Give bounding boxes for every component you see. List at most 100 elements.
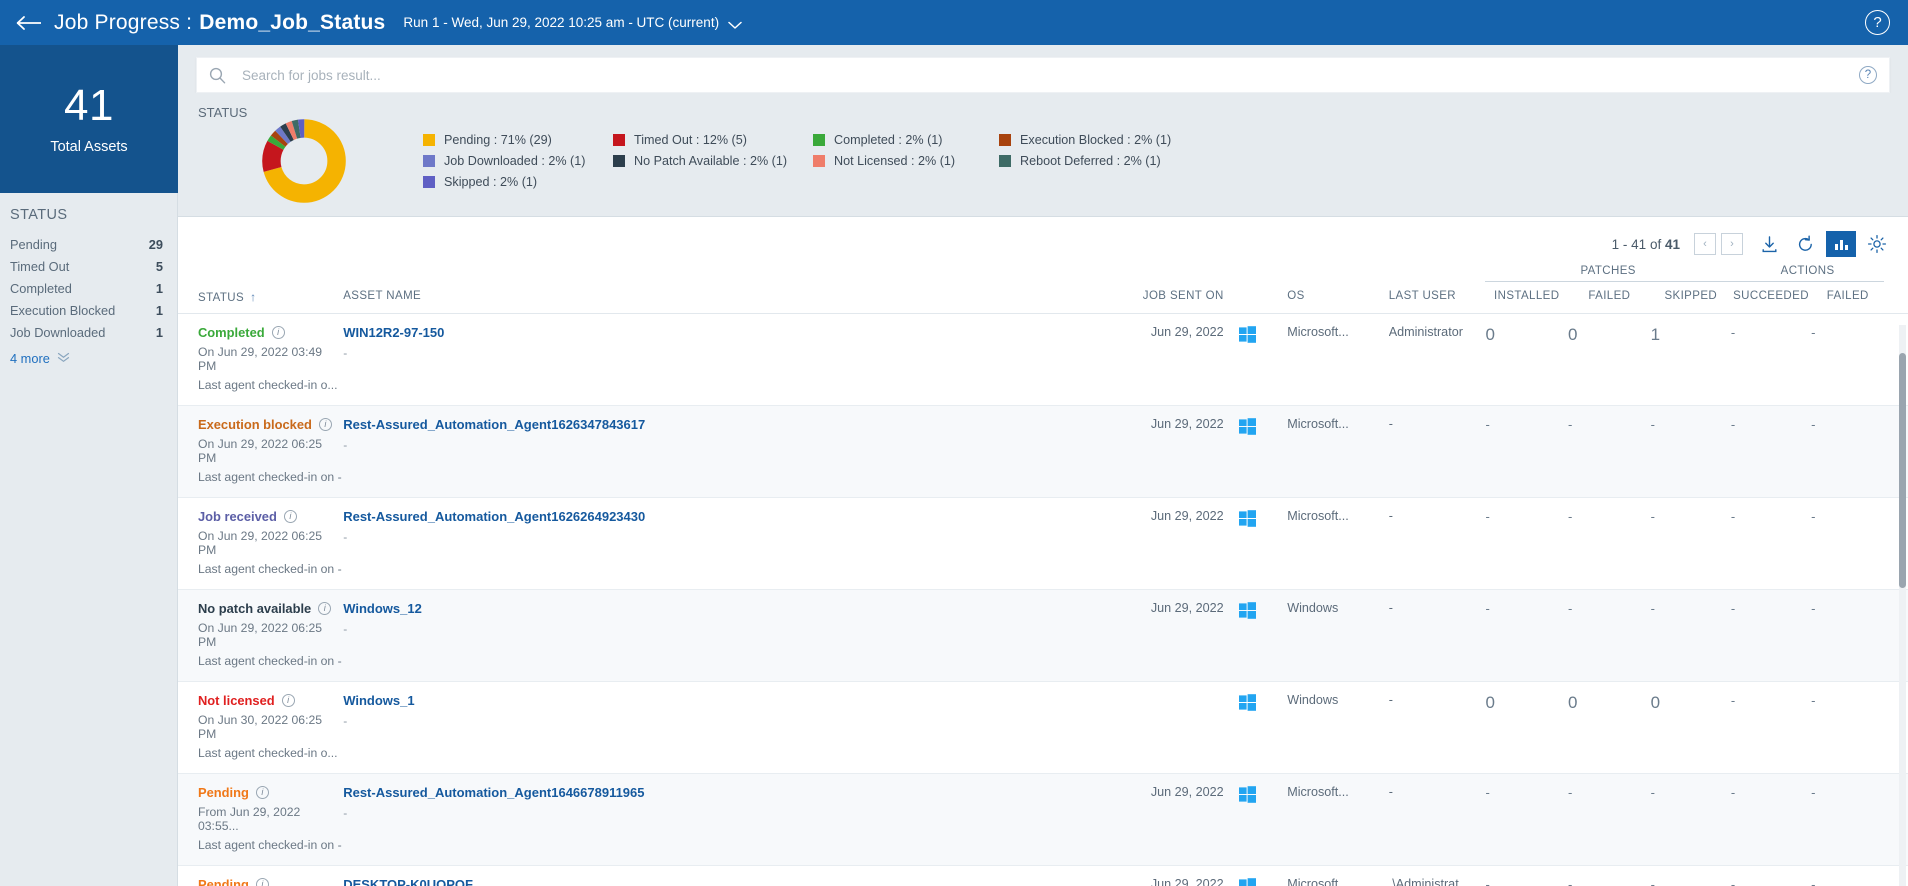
legend-item[interactable]: Timed Out : 12% (5) — [613, 133, 813, 147]
column-header-os[interactable]: OS — [1287, 281, 1389, 314]
legend-item[interactable]: Skipped : 2% (1) — [423, 175, 613, 189]
back-arrow-icon[interactable] — [14, 8, 44, 38]
cell-status: Job received i On Jun 29, 2022 06:25 PM Las… — [178, 497, 343, 589]
legend-item[interactable]: Pending : 71% (29) — [423, 133, 613, 147]
status-badge-label: Execution blocked — [198, 416, 312, 432]
search-input[interactable] — [240, 66, 1859, 84]
status-filter-item-label: Job Downloaded — [10, 324, 106, 340]
status-filter-item[interactable]: Execution Blocked 1 — [10, 299, 165, 321]
status-checkin: Last agent checked-in o... — [198, 745, 338, 760]
jobs-table: PATCHES ACTIONS STATUS ↑ ASSET NAME JOB S… — [178, 265, 1908, 886]
asset-name-link[interactable]: DESKTOP-K0UOPQF — [343, 877, 1098, 886]
show-more-statuses-link[interactable]: 4 more — [10, 351, 165, 366]
info-icon[interactable]: i — [255, 785, 269, 799]
table-row[interactable]: Completed i On Jun 29, 2022 03:49 PM Last a… — [178, 313, 1908, 405]
legend-color-swatch — [423, 155, 435, 167]
table-row[interactable]: PendingiFrom Jun 29, 2022 03:55...Last a… — [178, 773, 1908, 865]
status-filter-item[interactable]: Completed 1 — [10, 277, 165, 299]
status-filter-item[interactable]: Pending 29 — [10, 233, 165, 255]
search-bar[interactable]: ? — [196, 57, 1890, 93]
status-filter-item[interactable]: Timed Out 5 — [10, 255, 165, 277]
group-header-actions: ACTIONS — [1730, 265, 1885, 282]
status-checkin: Last agent checked-in on - — [198, 837, 342, 852]
gear-icon[interactable] — [1862, 231, 1892, 257]
info-icon[interactable]: i — [255, 877, 269, 886]
table-row[interactable]: No patch available i On Jun 29, 2022 06:25… — [178, 589, 1908, 681]
table-row[interactable]: PendingiFrom Jun 29, 2022 03:55...Last a… — [178, 865, 1908, 886]
column-header-last-user[interactable]: LAST USER — [1388, 281, 1486, 314]
search-help-icon[interactable]: ? — [1859, 66, 1877, 84]
asset-name-link[interactable]: Rest-Assured_Automation_Agent16466789119… — [343, 785, 1098, 800]
help-icon[interactable]: ? — [1865, 10, 1890, 35]
chevron-down-icon — [728, 18, 742, 29]
group-header-patches: PATCHES — [1485, 265, 1731, 282]
cell-status: PendingiFrom Jun 29, 2022 03:55...Last a… — [178, 865, 343, 886]
windows-logo-icon — [1238, 509, 1257, 531]
bar-chart-icon[interactable] — [1826, 231, 1856, 257]
status-badge: Execution blocked i — [198, 417, 343, 432]
cell-actions-succeeded: - — [1730, 600, 1736, 616]
search-help-glyph: ? — [1864, 69, 1872, 81]
column-header-installed[interactable]: INSTALLED — [1485, 281, 1569, 314]
asset-name-link[interactable]: Windows_12 — [343, 601, 1098, 616]
status-badge: Completed i — [198, 325, 343, 340]
prev-page-button[interactable]: ‹ — [1694, 233, 1716, 255]
cell-patches-failed: - — [1568, 508, 1573, 524]
info-icon[interactable]: i — [271, 325, 285, 339]
column-header-succeeded[interactable]: SUCCEEDED — [1730, 281, 1812, 314]
cell-os-icon — [1238, 405, 1288, 497]
status-legend: Pending : 71% (29) Timed Out : 12% (5) Com… — [411, 133, 1890, 189]
vertical-scrollbar-thumb[interactable] — [1899, 353, 1906, 588]
cell-os-icon — [1238, 589, 1288, 681]
cell-asset-name: Windows_1 - — [343, 681, 1098, 773]
status-filter-item[interactable]: Job Downloaded 1 — [10, 321, 165, 343]
cell-job-sent-on: Jun 29, 2022 — [1150, 324, 1224, 339]
help-icon-glyph: ? — [1873, 14, 1882, 31]
table-row[interactable]: Execution blocked i On Jun 29, 2022 06:25 … — [178, 405, 1908, 497]
column-header-os-spacer — [1237, 281, 1288, 314]
legend-item[interactable]: Execution Blocked : 2% (1) — [999, 133, 1890, 147]
asset-name-link[interactable]: Rest-Assured_Automation_Agent16263478436… — [343, 417, 1098, 432]
column-header-skipped[interactable]: SKIPPED — [1650, 281, 1731, 314]
cell-actions-succeeded: - — [1730, 416, 1736, 432]
legend-item[interactable]: Not Licensed : 2% (1) — [813, 154, 999, 168]
asset-name-link[interactable]: Windows_1 — [343, 693, 1098, 708]
cell-actions-failed: - — [1811, 508, 1816, 524]
status-donut-chart[interactable] — [196, 118, 411, 204]
cell-patches-skipped: - — [1650, 508, 1655, 524]
legend-item-label: Skipped : 2% (1) — [444, 175, 538, 189]
cell-asset-name: Rest-Assured_Automation_Agent16263478436… — [343, 405, 1098, 497]
column-header-action-failed[interactable]: FAILED — [1811, 281, 1885, 314]
run-selector-dropdown[interactable]: Run 1 - Wed, Jun 29, 2022 10:25 am - UTC… — [403, 15, 742, 30]
legend-item[interactable]: No Patch Available : 2% (1) — [613, 154, 813, 168]
cell-status: PendingiFrom Jun 29, 2022 03:55...Last a… — [178, 773, 343, 865]
column-header-patch-failed[interactable]: FAILED — [1568, 281, 1651, 314]
download-icon[interactable] — [1754, 231, 1784, 257]
next-page-button[interactable]: › — [1721, 233, 1743, 255]
info-icon[interactable]: i — [281, 693, 295, 707]
show-more-label: 4 more — [10, 351, 50, 366]
status-filter-list: Pending 29 Timed Out 5 Completed 1 Execution B… — [10, 233, 165, 343]
table-row[interactable]: Job received i On Jun 29, 2022 06:25 PM Las… — [178, 497, 1908, 589]
cell-actions-succeeded: - — [1730, 784, 1736, 800]
cell-patches-skipped: 0 — [1650, 692, 1661, 712]
column-header-asset-name[interactable]: ASSET NAME — [343, 281, 1099, 314]
info-icon[interactable]: i — [283, 509, 297, 523]
asset-name-link[interactable]: Rest-Assured_Automation_Agent16262649234… — [343, 509, 1098, 524]
legend-color-swatch — [813, 134, 825, 146]
status-badge-label: Pending — [198, 876, 249, 886]
legend-item[interactable]: Completed : 2% (1) — [813, 133, 999, 147]
legend-item[interactable]: Job Downloaded : 2% (1) — [423, 154, 613, 168]
legend-item[interactable]: Reboot Deferred : 2% (1) — [999, 154, 1890, 168]
cell-patches-installed: 0 — [1485, 324, 1495, 344]
info-icon[interactable]: i — [318, 601, 332, 615]
table-row[interactable]: Not licensed i On Jun 30, 2022 06:25 PM Las… — [178, 681, 1908, 773]
refresh-icon[interactable] — [1790, 231, 1820, 257]
cell-last-user: - — [1388, 784, 1393, 799]
asset-name-link[interactable]: WIN12R2-97-150 — [343, 325, 1098, 340]
cell-patches-installed: - — [1485, 876, 1490, 886]
column-header-job-sent-on[interactable]: JOB SENT ON — [1098, 281, 1238, 314]
info-icon[interactable]: i — [318, 417, 332, 431]
legend-color-swatch — [613, 134, 625, 146]
column-header-status[interactable]: STATUS ↑ — [178, 281, 344, 314]
